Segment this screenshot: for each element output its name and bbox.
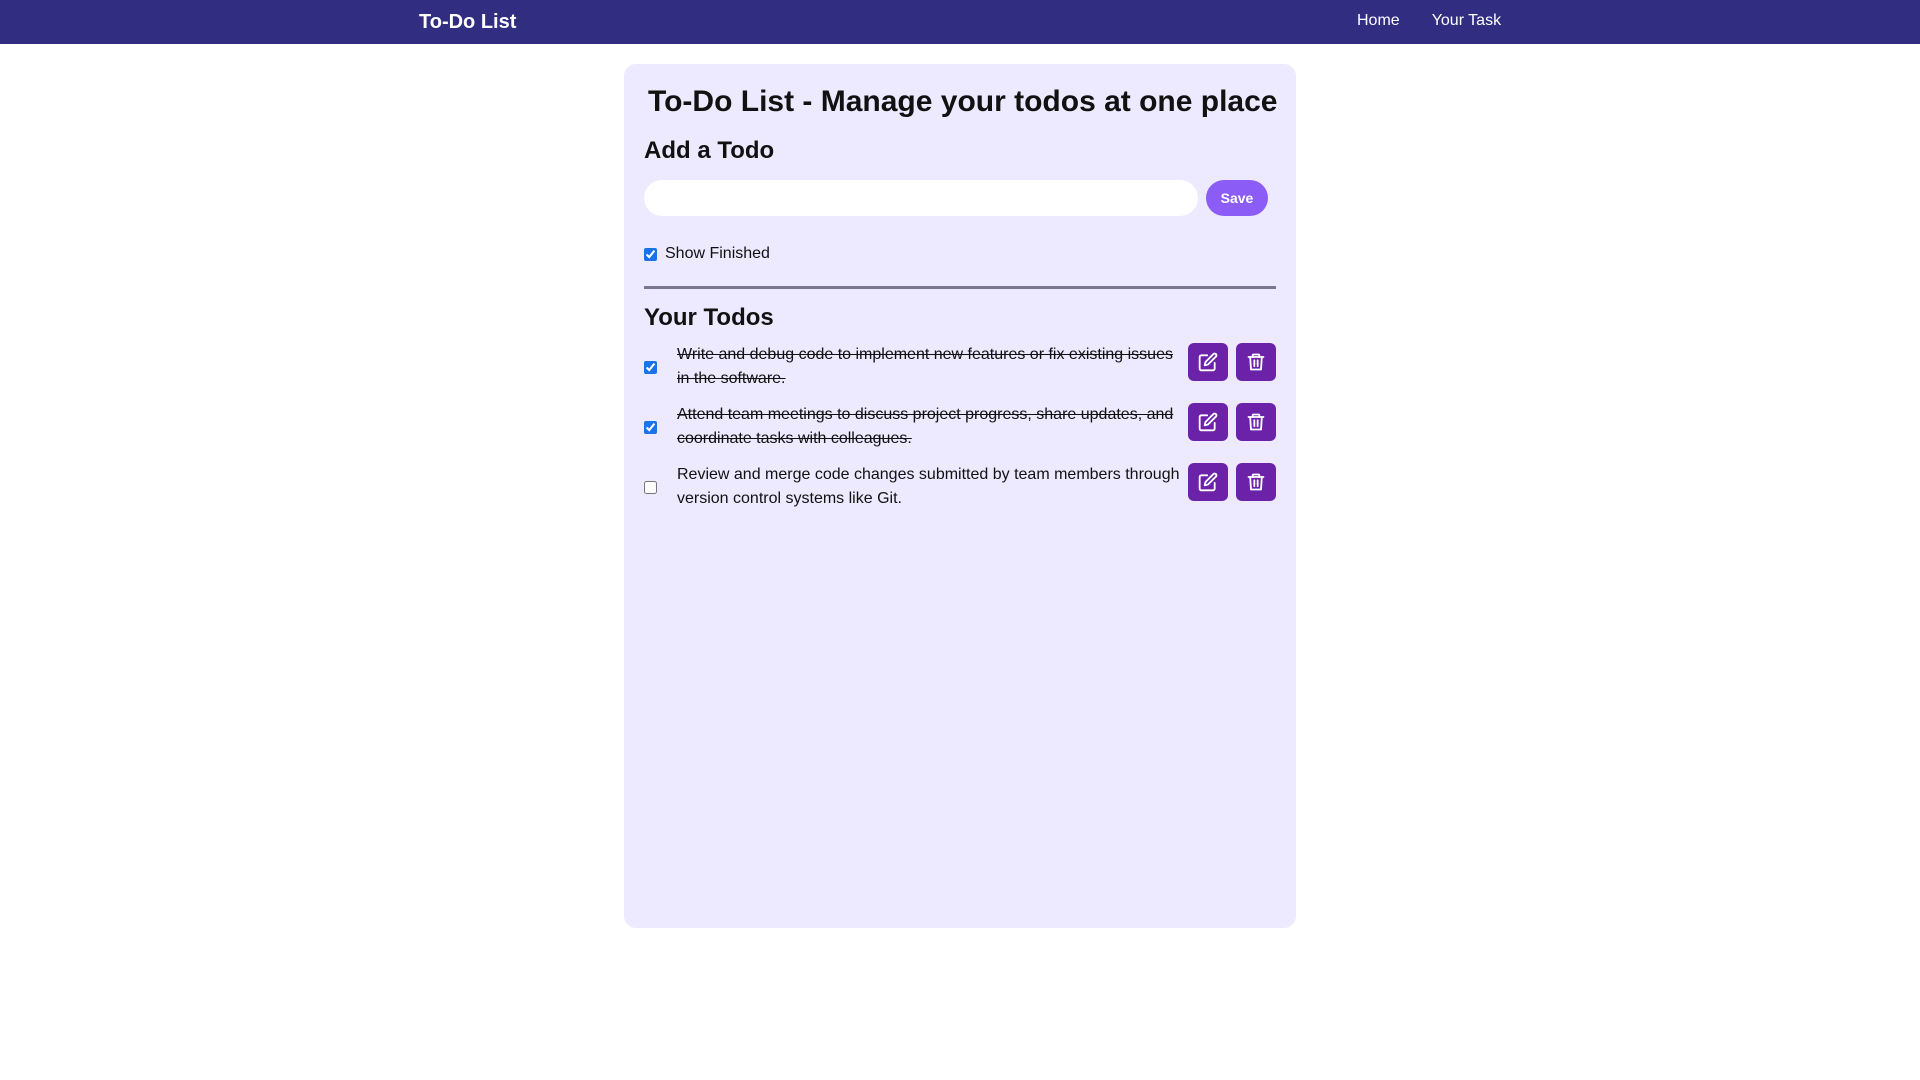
trash-icon (1246, 472, 1266, 492)
nav-link-your-task[interactable]: Your Task (1432, 0, 1501, 42)
delete-button[interactable] (1236, 343, 1276, 381)
show-finished-label: Show Finished (665, 245, 770, 262)
todo-checkbox[interactable] (644, 481, 657, 494)
edit-button[interactable] (1188, 403, 1228, 441)
nav-link-home[interactable]: Home (1357, 0, 1400, 42)
edit-button[interactable] (1188, 343, 1228, 381)
divider (644, 286, 1276, 289)
show-finished-toggle[interactable]: Show Finished (644, 244, 1276, 264)
add-todo-heading: Add a Todo (644, 137, 775, 164)
page-title: To-Do List - Manage your todos at one pl… (648, 85, 1278, 118)
edit-icon (1198, 352, 1218, 372)
edit-button[interactable] (1188, 463, 1228, 501)
todo-card: To-Do List - Manage your todos at one pl… (624, 64, 1296, 928)
add-todo-row: Save (644, 180, 1276, 216)
trash-icon (1246, 352, 1266, 372)
todo-text: Attend team meetings to discuss project … (677, 406, 1174, 447)
save-button[interactable]: Save (1206, 180, 1268, 216)
todo-text: Review and merge code changes submitted … (677, 466, 1180, 507)
navbar: To-Do List Home Your Task (0, 0, 1920, 44)
todo-list: Write and debug code to implement new fe… (644, 343, 1276, 511)
edit-icon (1198, 412, 1218, 432)
todo-actions (1188, 463, 1276, 501)
todo-text: Write and debug code to implement new fe… (677, 346, 1173, 387)
your-todos-heading: Your Todos (644, 304, 774, 331)
todo-actions (1188, 403, 1276, 441)
edit-icon (1198, 472, 1218, 492)
todo-item: Write and debug code to implement new fe… (644, 343, 1276, 391)
todo-item: Review and merge code changes submitted … (644, 463, 1276, 511)
todo-checkbox[interactable] (644, 421, 657, 434)
nav-links: Home Your Task (1357, 0, 1501, 42)
todo-input[interactable] (644, 180, 1198, 216)
todo-item: Attend team meetings to discuss project … (644, 403, 1276, 451)
todo-actions (1188, 343, 1276, 381)
brand-logo[interactable]: To-Do List (419, 0, 516, 44)
delete-button[interactable] (1236, 403, 1276, 441)
delete-button[interactable] (1236, 463, 1276, 501)
show-finished-checkbox[interactable] (644, 247, 657, 261)
trash-icon (1246, 412, 1266, 432)
todo-checkbox[interactable] (644, 361, 657, 374)
